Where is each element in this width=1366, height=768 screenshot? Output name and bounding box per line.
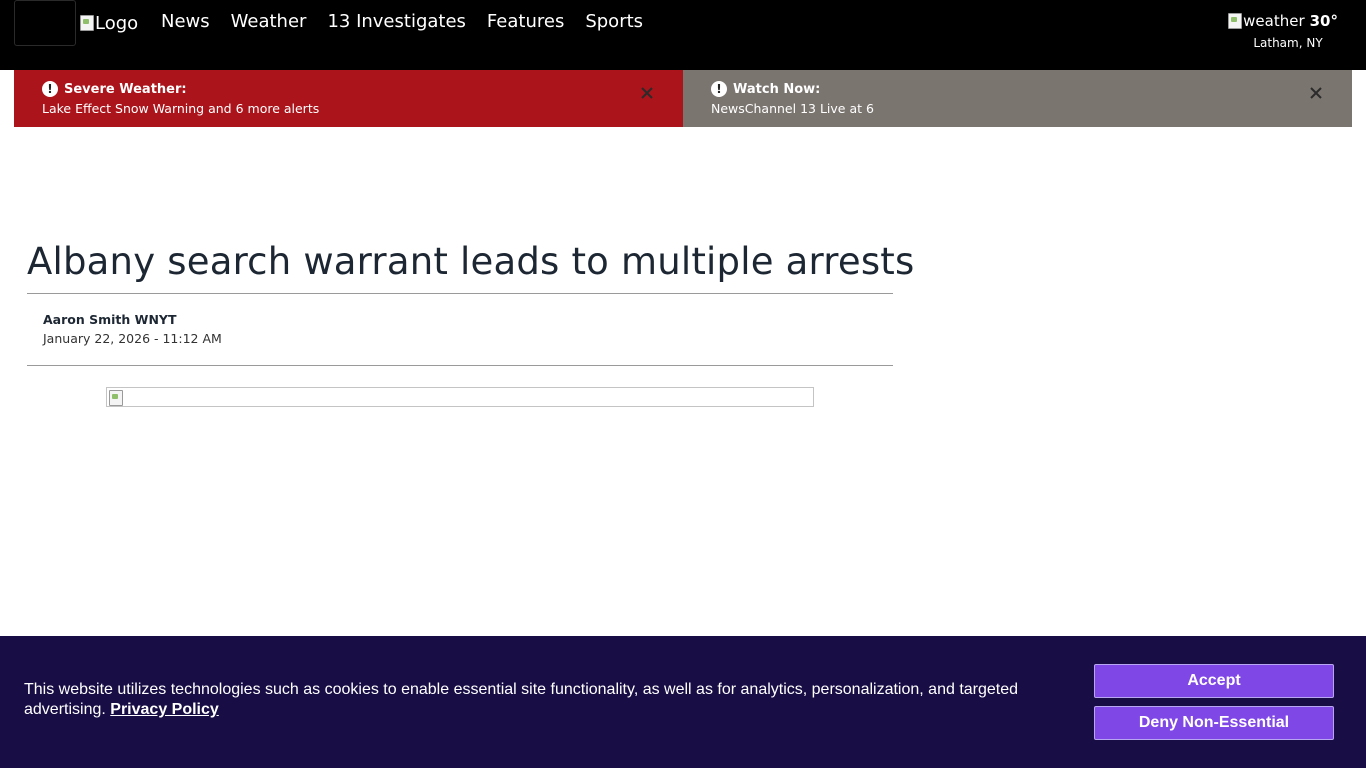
close-icon[interactable] [1308, 85, 1324, 101]
site-logo[interactable]: Logo [80, 9, 138, 37]
weather-temperature: 30° [1309, 12, 1338, 30]
close-icon[interactable] [639, 85, 655, 101]
nav-item-weather[interactable]: Weather [231, 10, 307, 34]
weather-row: weather 30° [1228, 12, 1338, 30]
logo-alt-text: Logo [95, 12, 139, 34]
article-byline: Aaron Smith WNYT January 22, 2026 - 11:1… [43, 312, 222, 346]
menu-button[interactable] [14, 0, 76, 46]
exclamation-circle-icon: ! [711, 81, 727, 97]
nav-item-13-investigates[interactable]: 13 Investigates [327, 10, 465, 34]
alert-body: Lake Effect Snow Warning and 6 more aler… [42, 101, 320, 116]
weather-alt-text: weather [1243, 12, 1305, 30]
broken-image-icon [80, 15, 94, 31]
site-header: Logo News Weather 13 Investigates Featur… [0, 0, 1366, 70]
severe-weather-alert[interactable]: ! Severe Weather: Lake Effect Snow Warni… [14, 70, 683, 127]
nav-item-features[interactable]: Features [487, 10, 564, 34]
divider [27, 293, 893, 294]
alert-title: Watch Now: [733, 81, 821, 97]
weather-image: weather [1228, 12, 1305, 30]
cookie-banner: This website utilizes technologies such … [0, 636, 1366, 768]
weather-location: Latham, NY [1253, 36, 1323, 50]
article-author: Aaron Smith WNYT [43, 312, 177, 327]
weather-widget[interactable]: weather 30° Latham, NY [1228, 12, 1338, 50]
nav-item-sports[interactable]: Sports [585, 10, 643, 34]
article-headline: Albany search warrant leads to multiple … [27, 240, 915, 283]
article-date: January 22, 2026 - 11:12 AM [43, 331, 222, 346]
alert-heading: ! Severe Weather: [42, 80, 655, 98]
nav-item-news[interactable]: News [161, 10, 210, 34]
alert-title: Severe Weather: [64, 81, 187, 97]
divider [27, 365, 893, 366]
exclamation-circle-icon: ! [42, 81, 58, 97]
accept-button[interactable]: Accept [1094, 664, 1334, 698]
article-image [106, 387, 814, 407]
privacy-policy-link[interactable]: Privacy Policy [110, 701, 219, 718]
broken-image-icon [1228, 13, 1243, 29]
cookie-message: This website utilizes technologies such … [24, 680, 1034, 720]
alert-body: NewsChannel 13 Live at 6 [711, 101, 874, 116]
broken-image-icon [109, 390, 123, 406]
alert-heading: ! Watch Now: [711, 80, 1324, 98]
main-nav: News Weather 13 Investigates Features Sp… [161, 10, 643, 34]
deny-non-essential-button[interactable]: Deny Non-Essential [1094, 706, 1334, 740]
watch-now-alert[interactable]: ! Watch Now: NewsChannel 13 Live at 6 [683, 70, 1352, 127]
